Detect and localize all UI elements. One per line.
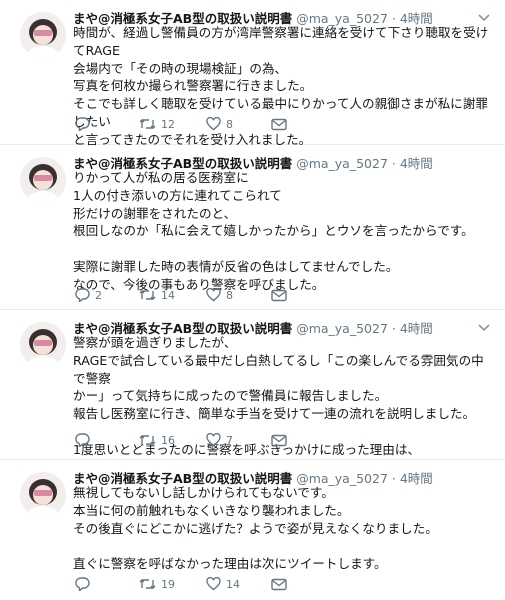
retweet-button[interactable]: 12 [139,116,175,132]
envelope-icon [271,434,287,446]
tweet-actions: 16 7 [73,432,333,448]
reply-button[interactable] [75,432,95,448]
retweet-button[interactable]: 16 [139,432,175,448]
reply-button[interactable] [75,576,95,592]
retweet-button[interactable]: 19 [139,576,175,592]
reply-icon [75,288,90,302]
retweet-icon [139,119,156,129]
direct-message-button[interactable] [271,576,287,592]
tweet-text: 無視してもないし話しかけられてもないです。 本当に何の前触れもなくいきなり襲われ… [73,485,438,572]
tweet-actions: 12 8 [73,116,333,132]
direct-message-button[interactable] [271,287,287,303]
envelope-icon [271,118,287,130]
envelope-icon [271,289,287,301]
retweet-count: 12 [161,117,175,131]
tweet[interactable]: まや@消極系女子AB型の取扱い説明書 @ma_ya_5027 · 4時間 無視し… [0,460,505,600]
like-count: 8 [226,117,233,131]
heart-icon [206,577,221,591]
like-count: 8 [226,288,233,302]
reply-count: 2 [95,288,102,302]
retweet-count: 19 [161,577,175,591]
avatar[interactable] [20,472,66,518]
chevron-down-icon[interactable] [477,8,491,22]
heart-icon [206,433,221,447]
heart-icon [206,288,221,302]
retweet-button[interactable]: 14 [139,287,175,303]
retweet-icon [139,579,156,589]
like-count: 14 [226,577,240,591]
direct-message-button[interactable] [271,432,287,448]
tweet[interactable]: まや@消極系女子AB型の取扱い説明書 @ma_ya_5027 · 4時間 時間が… [0,0,505,147]
like-button[interactable]: 7 [206,432,233,448]
avatar[interactable] [20,12,66,58]
envelope-icon [271,578,287,590]
chevron-down-icon[interactable] [477,318,491,332]
avatar[interactable] [20,322,66,368]
tweet-text: りかって人が私の居る医務室に 1人の付き添いの方に連れてこられて 形だけの謝罪を… [73,170,474,292]
retweet-count: 16 [161,433,175,447]
retweet-count: 14 [161,288,175,302]
tweet-actions: 2 14 8 [73,287,333,303]
heart-icon [206,117,221,131]
avatar[interactable] [20,157,66,203]
reply-button[interactable]: 2 [75,287,102,303]
reply-icon [75,117,90,131]
tweet[interactable]: まや@消極系女子AB型の取扱い説明書 @ma_ya_5027 · 4時間 りかっ… [0,145,505,310]
reply-icon [75,433,90,447]
like-count: 7 [226,433,233,447]
retweet-icon [139,435,156,445]
like-button[interactable]: 14 [206,576,240,592]
tweet[interactable]: まや@消極系女子AB型の取扱い説明書 @ma_ya_5027 · 4時間 警察が… [0,310,505,460]
timeline: まや@消極系女子AB型の取扱い説明書 @ma_ya_5027 · 4時間 時間が… [0,0,505,600]
tweet-actions: 19 14 [73,576,333,592]
direct-message-button[interactable] [271,116,287,132]
retweet-icon [139,290,156,300]
like-button[interactable]: 8 [206,287,233,303]
like-button[interactable]: 8 [206,116,233,132]
reply-icon [75,577,90,591]
reply-button[interactable] [75,116,95,132]
